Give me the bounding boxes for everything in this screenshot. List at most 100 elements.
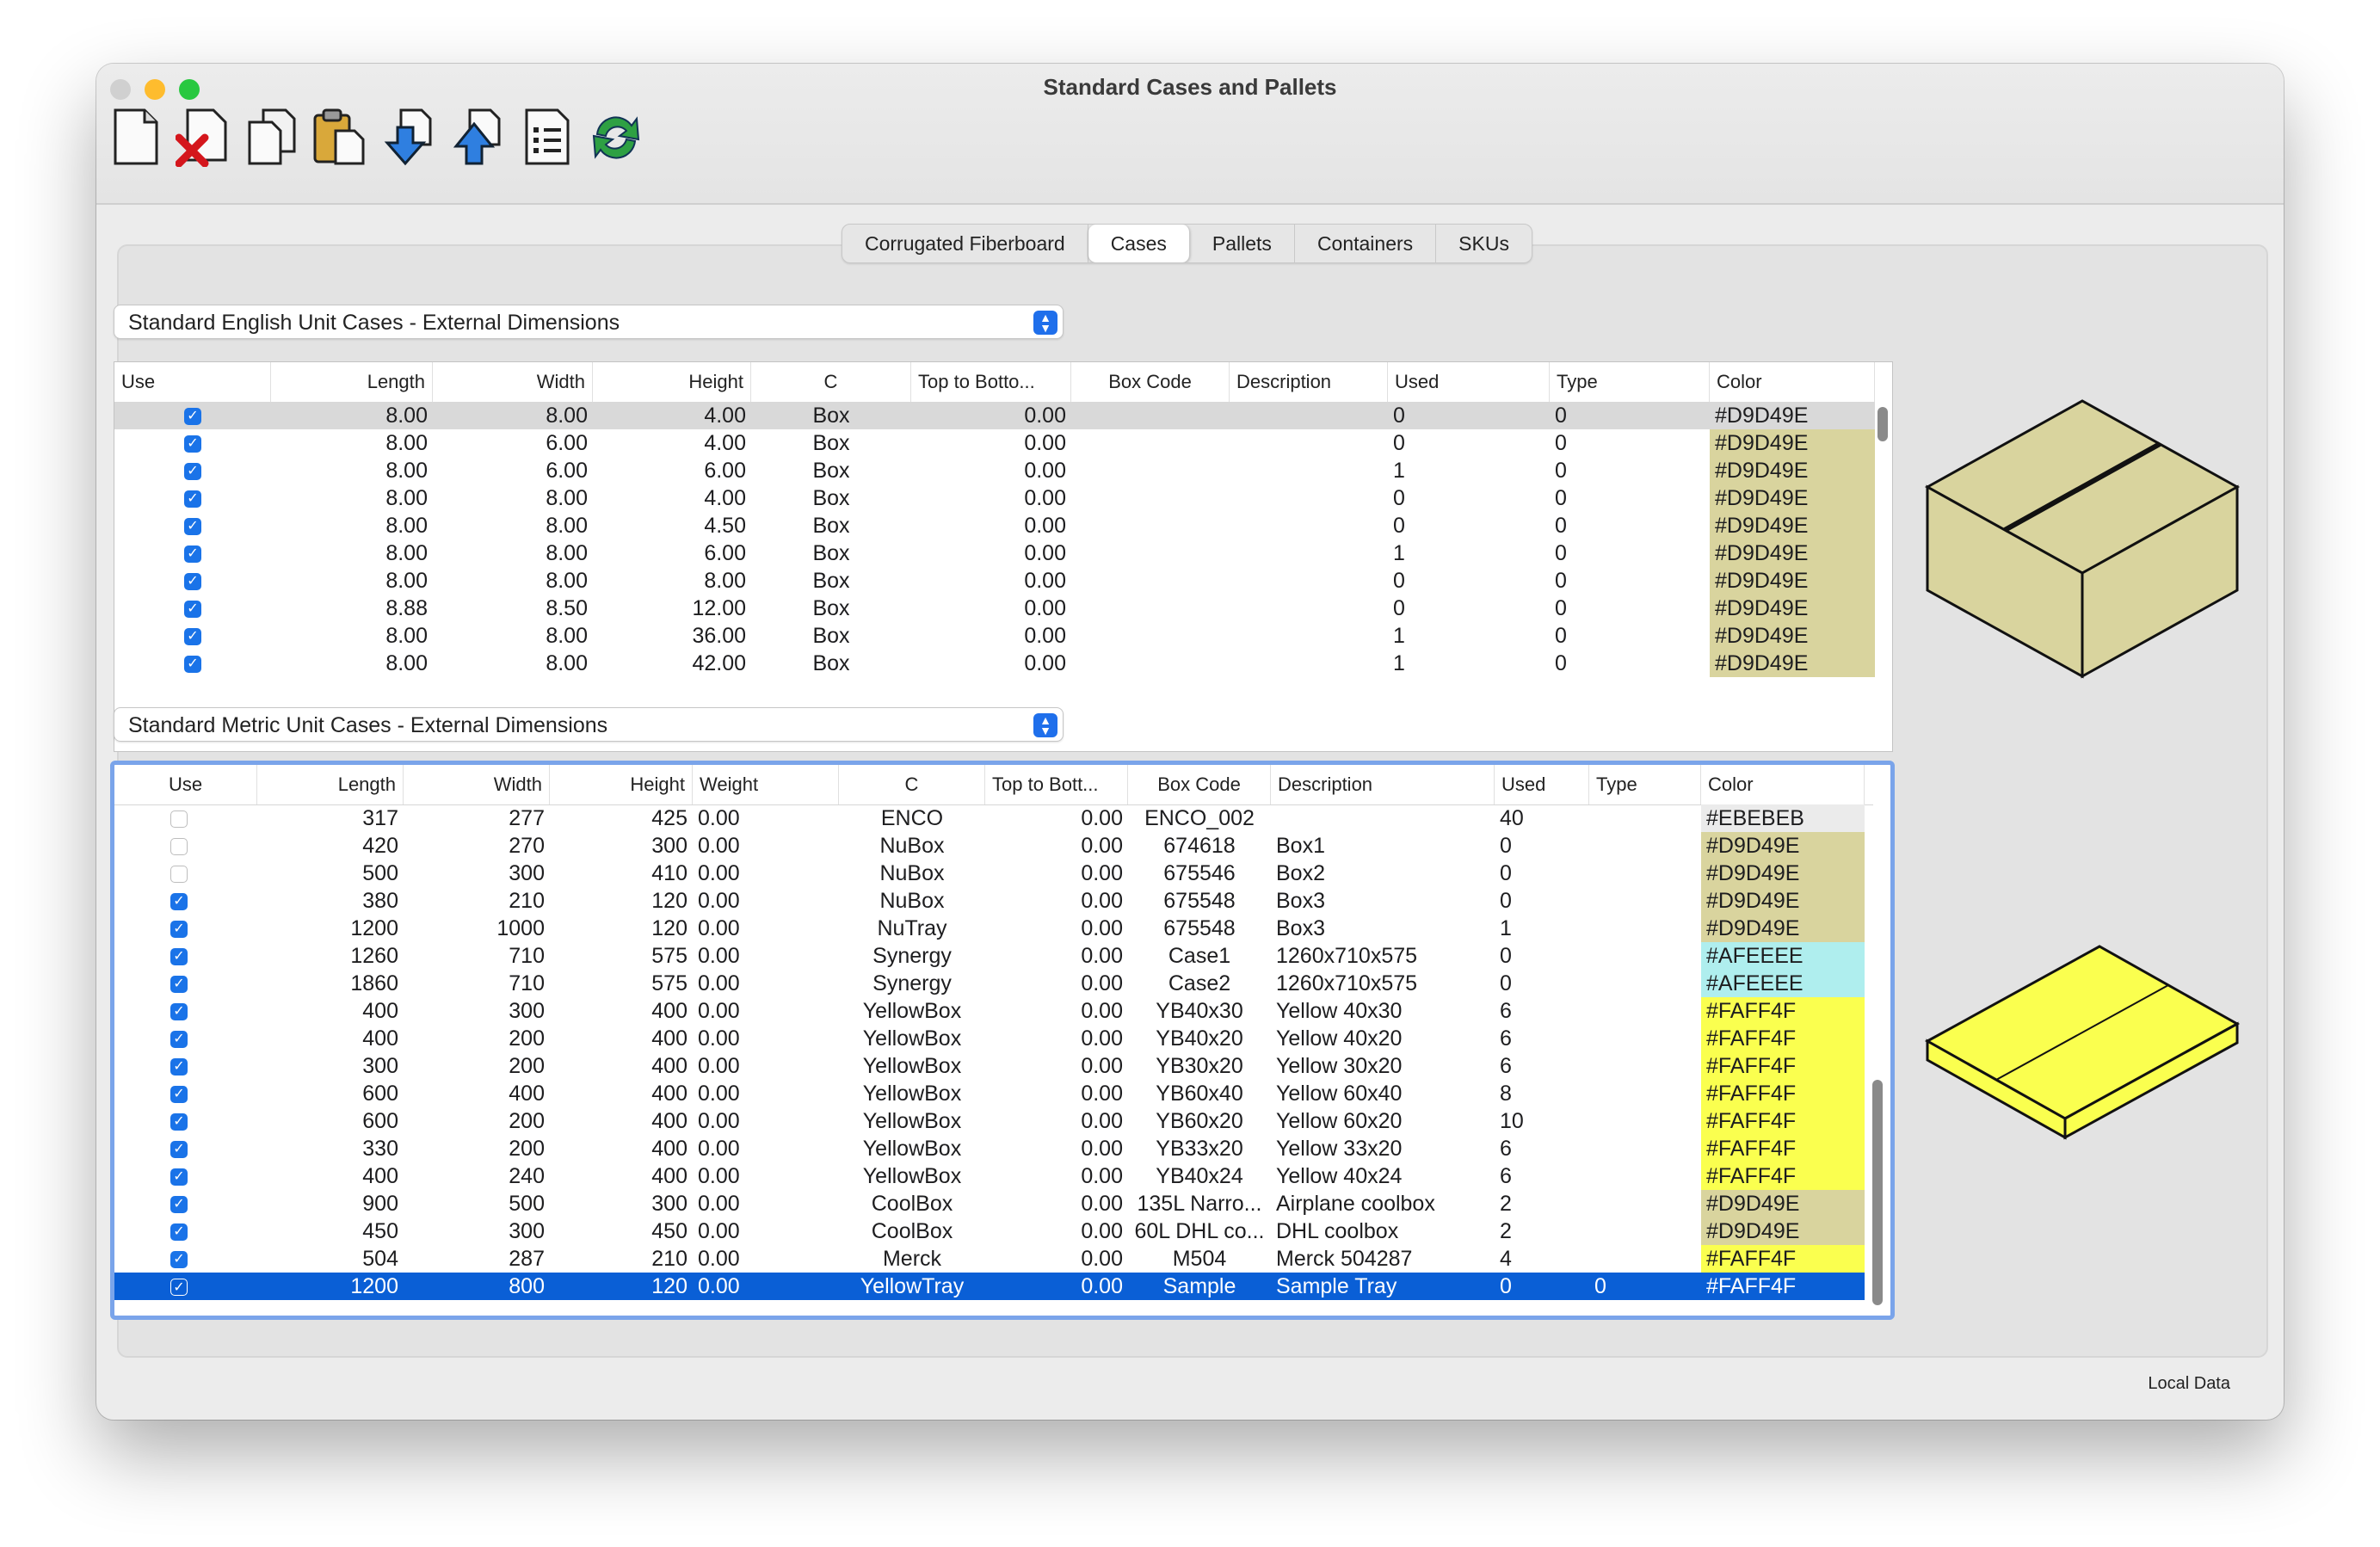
column-header-used[interactable]: Used <box>1495 765 1589 804</box>
delete-file-icon[interactable] <box>176 107 231 167</box>
use-checkbox[interactable]: ✓ <box>184 656 201 673</box>
use-checkbox[interactable]: ✓ <box>184 628 201 645</box>
table-row[interactable]: ✓ 380 210 120 0.00 NuBox 0.00 675548 Box3 0 #D9D49… <box>114 887 1865 915</box>
tab-containers[interactable]: Containers <box>1295 225 1437 262</box>
tab-skus[interactable]: SKUs <box>1436 225 1532 262</box>
paste-icon[interactable] <box>311 107 367 167</box>
column-header-length[interactable]: Length <box>257 765 404 804</box>
table-row[interactable]: ✓ 8.00 8.00 4.00 Box 0.00 0 0 #D9D49E <box>114 402 1875 429</box>
column-header-width[interactable]: Width <box>404 765 550 804</box>
use-checkbox[interactable]: ✓ <box>184 490 201 508</box>
column-header-width[interactable]: Width <box>433 362 593 402</box>
use-checkbox[interactable]: ✓ <box>170 810 188 828</box>
use-checkbox[interactable]: ✓ <box>170 1086 188 1103</box>
column-header-c[interactable]: C <box>839 765 985 804</box>
table-row[interactable]: ✓ 1860 710 575 0.00 Synergy 0.00 Case2 1260x710x… <box>114 970 1865 997</box>
use-checkbox[interactable]: ✓ <box>170 1168 188 1186</box>
use-checkbox[interactable]: ✓ <box>170 838 188 855</box>
table-row[interactable]: ✓ 400 300 400 0.00 YellowBox 0.00 YB40x30 Yellow… <box>114 997 1865 1025</box>
column-header-weight[interactable]: Weight <box>693 765 839 804</box>
column-header-used[interactable]: Used <box>1388 362 1550 402</box>
metric-cases-table[interactable]: Use Length Width Height Weight C Top to Bott..… <box>110 761 1895 1320</box>
use-checkbox[interactable]: ✓ <box>170 1279 188 1296</box>
use-checkbox[interactable]: ✓ <box>170 1223 188 1241</box>
use-checkbox[interactable]: ✓ <box>170 921 188 938</box>
table-row[interactable]: ✓ 1200 1000 120 0.00 NuTray 0.00 675548 Box3 1 #D9… <box>114 915 1865 942</box>
table-row[interactable]: ✓ 317 277 425 0.00 ENCO 0.00 ENCO_002 40 #EBEBEB <box>114 804 1865 832</box>
use-checkbox[interactable]: ✓ <box>184 601 201 618</box>
use-checkbox[interactable]: ✓ <box>184 545 201 563</box>
use-checkbox[interactable]: ✓ <box>170 1058 188 1076</box>
column-header-box-code[interactable]: Box Code <box>1128 765 1271 804</box>
scrollbar-thumb[interactable] <box>1872 1080 1883 1305</box>
import-icon[interactable] <box>382 107 437 167</box>
table-row[interactable]: ✓ 330 200 400 0.00 YellowBox 0.00 YB33x20 Yellow… <box>114 1135 1865 1162</box>
table-row[interactable]: ✓ 8.00 6.00 6.00 Box 0.00 1 0 #D9D49E <box>114 457 1875 484</box>
column-header-height[interactable]: Height <box>593 362 751 402</box>
table-row[interactable]: ✓ 8.00 8.00 8.00 Box 0.00 0 0 #D9D49E <box>114 567 1875 595</box>
table-row[interactable]: ✓ 8.00 8.00 6.00 Box 0.00 1 0 #D9D49E <box>114 539 1875 567</box>
table-row[interactable]: ✓ 600 400 400 0.00 YellowBox 0.00 YB60x40 Yellow… <box>114 1080 1865 1107</box>
english-cases-dropdown[interactable]: Standard English Unit Cases - External D… <box>114 305 1064 339</box>
table-row[interactable]: ✓ 8.00 8.00 4.50 Box 0.00 0 0 #D9D49E <box>114 512 1875 539</box>
column-header-color[interactable]: Color <box>1701 765 1865 804</box>
table-row[interactable]: ✓ 8.88 8.50 12.00 Box 0.00 0 0 #D9D49E <box>114 595 1875 622</box>
column-header-top-to-bott[interactable]: Top to Bott... <box>985 765 1128 804</box>
column-header-box-code[interactable]: Box Code <box>1071 362 1230 402</box>
copy-icon[interactable] <box>244 107 299 167</box>
use-checkbox[interactable]: ✓ <box>170 1003 188 1020</box>
tab-cases[interactable]: Cases <box>1088 225 1190 262</box>
column-header-color[interactable]: Color <box>1710 362 1875 402</box>
metric-cases-dropdown[interactable]: Standard Metric Unit Cases - External Di… <box>114 707 1064 742</box>
use-checkbox[interactable]: ✓ <box>170 893 188 910</box>
table-row[interactable]: ✓ 900 500 300 0.00 CoolBox 0.00 135L Narro... Ai… <box>114 1190 1865 1217</box>
use-checkbox[interactable]: ✓ <box>170 866 188 883</box>
table-row[interactable]: ✓ 1260 710 575 0.00 Synergy 0.00 Case1 1260x710x… <box>114 942 1865 970</box>
english-cases-table[interactable]: Use Length Width Height C Top to Botto... Box … <box>114 361 1893 752</box>
use-checkbox[interactable]: ✓ <box>184 573 201 590</box>
tab-corrugated-fiberboard[interactable]: Corrugated Fiberboard <box>842 225 1088 262</box>
use-checkbox[interactable]: ✓ <box>170 1196 188 1213</box>
use-checkbox[interactable]: ✓ <box>170 1141 188 1158</box>
column-header-length[interactable]: Length <box>271 362 433 402</box>
use-checkbox[interactable]: ✓ <box>170 1113 188 1131</box>
tab-pallets[interactable]: Pallets <box>1190 225 1295 262</box>
column-header-height[interactable]: Height <box>550 765 693 804</box>
table-row[interactable]: ✓ 504 287 210 0.00 Merck 0.00 M504 Merck 504287 4… <box>114 1245 1865 1273</box>
scrollbar[interactable] <box>1870 804 1885 1316</box>
scrollbar[interactable] <box>1875 402 1890 751</box>
use-checkbox[interactable]: ✓ <box>184 518 201 535</box>
export-icon[interactable] <box>451 107 506 167</box>
use-checkbox[interactable]: ✓ <box>184 435 201 453</box>
scrollbar-thumb[interactable] <box>1877 407 1888 441</box>
column-header-use[interactable]: Use <box>114 362 271 402</box>
list-icon[interactable] <box>520 107 575 167</box>
table-row[interactable]: ✓ 300 200 400 0.00 YellowBox 0.00 YB30x20 Yellow… <box>114 1052 1865 1080</box>
table-row[interactable]: ✓ 400 200 400 0.00 YellowBox 0.00 YB40x20 Yellow… <box>114 1025 1865 1052</box>
column-header-use[interactable]: Use <box>114 765 257 804</box>
column-header-description[interactable]: Description <box>1271 765 1495 804</box>
use-checkbox[interactable]: ✓ <box>170 976 188 993</box>
table-row[interactable]: ✓ 8.00 6.00 4.00 Box 0.00 0 0 #D9D49E <box>114 429 1875 457</box>
refresh-icon[interactable] <box>589 107 644 167</box>
table-row[interactable]: ✓ 500 300 410 0.00 NuBox 0.00 675546 Box2 0 #D9D49… <box>114 860 1865 887</box>
table-row[interactable]: ✓ 600 200 400 0.00 YellowBox 0.00 YB60x20 Yellow… <box>114 1107 1865 1135</box>
table-row[interactable]: ✓ 450 300 450 0.00 CoolBox 0.00 60L DHL co... DH… <box>114 1217 1865 1245</box>
use-checkbox[interactable]: ✓ <box>184 463 201 480</box>
table-row[interactable]: ✓ 420 270 300 0.00 NuBox 0.00 674618 Box1 0 #D9D49… <box>114 832 1865 860</box>
column-header-type[interactable]: Type <box>1550 362 1710 402</box>
column-header-description[interactable]: Description <box>1230 362 1388 402</box>
table-row[interactable]: ✓ 8.00 8.00 36.00 Box 0.00 1 0 #D9D49E <box>114 622 1875 650</box>
new-file-icon[interactable] <box>108 107 163 167</box>
column-header-c[interactable]: C <box>751 362 911 402</box>
table-row[interactable]: ✓ 400 240 400 0.00 YellowBox 0.00 YB40x24 Yellow… <box>114 1162 1865 1190</box>
use-checkbox[interactable]: ✓ <box>170 1251 188 1268</box>
use-checkbox[interactable]: ✓ <box>184 408 201 425</box>
table-row[interactable]: ✓ 8.00 8.00 4.00 Box 0.00 0 0 #D9D49E <box>114 484 1875 512</box>
column-header-top-to-botto[interactable]: Top to Botto... <box>911 362 1071 402</box>
table-row[interactable]: ✓ 8.00 8.00 42.00 Box 0.00 1 0 #D9D49E <box>114 650 1875 677</box>
column-header-type[interactable]: Type <box>1589 765 1701 804</box>
use-checkbox[interactable]: ✓ <box>170 1031 188 1048</box>
use-checkbox[interactable]: ✓ <box>170 948 188 965</box>
table-row[interactable]: ✓ 1200 800 120 0.00 YellowTray 0.00 Sample Sampl… <box>114 1273 1865 1300</box>
